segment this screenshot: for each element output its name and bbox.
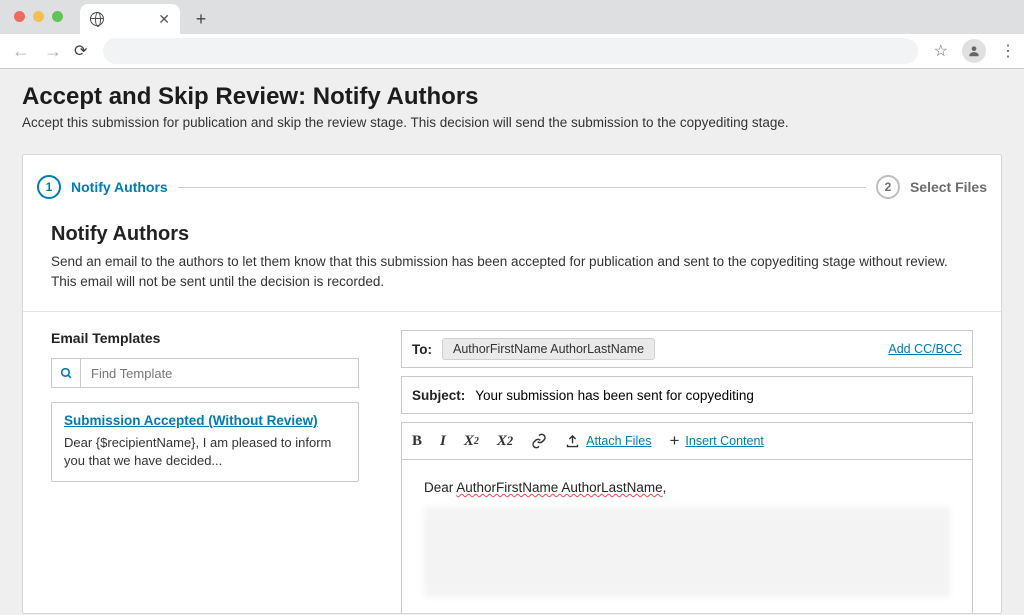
stepper: 1 Notify Authors 2 Select Files xyxy=(23,155,1001,199)
close-tab-icon[interactable]: ✕ xyxy=(158,12,170,26)
insert-content-button[interactable]: + Insert Content xyxy=(669,431,763,451)
reload-button[interactable]: ⟳ xyxy=(74,41,87,61)
new-tab-button[interactable]: + xyxy=(188,6,214,32)
subscript-button[interactable]: X2 xyxy=(497,433,513,450)
redacted-body-content xyxy=(424,507,950,597)
person-icon xyxy=(967,44,981,58)
globe-icon xyxy=(90,12,104,26)
search-button[interactable] xyxy=(51,358,81,388)
tab-strip: ✕ + xyxy=(0,0,1024,34)
email-composer: Email Templates Submission Accepted (Wit… xyxy=(23,312,1001,614)
body-text-greeting-suffix: , xyxy=(663,480,667,495)
add-cc-bcc-link[interactable]: Add CC/BCC xyxy=(888,342,962,356)
template-preview-text: Dear {$recipientName}, I am pleased to i… xyxy=(64,434,346,470)
recipient-pill[interactable]: AuthorFirstName AuthorLastName xyxy=(442,338,655,360)
step-label: Notify Authors xyxy=(71,179,168,195)
column-title: Email Templates xyxy=(51,330,359,346)
attach-files-label: Attach Files xyxy=(586,434,651,448)
search-icon xyxy=(60,367,73,380)
back-button[interactable]: ← xyxy=(10,41,32,62)
page-body: Accept and Skip Review: Notify Authors A… xyxy=(0,69,1024,615)
browser-tab[interactable]: ✕ xyxy=(80,4,180,34)
window-maximize-button[interactable] xyxy=(52,11,63,22)
template-search xyxy=(51,358,359,388)
step-number: 2 xyxy=(876,175,900,199)
section-title: Notify Authors xyxy=(51,223,973,246)
window-minimize-button[interactable] xyxy=(33,11,44,22)
subject-field: Subject: xyxy=(401,376,973,414)
plus-icon: + xyxy=(669,431,679,451)
insert-content-label: Insert Content xyxy=(685,434,764,448)
email-body-editor[interactable]: Dear AuthorFirstName AuthorLastName, xyxy=(401,460,973,614)
template-item[interactable]: Submission Accepted (Without Review) Dea… xyxy=(51,402,359,481)
superscript-button[interactable]: X2 xyxy=(464,433,479,450)
italic-button[interactable]: I xyxy=(440,433,446,450)
body-text-greeting-prefix: Dear xyxy=(424,480,456,495)
browser-chrome: ✕ + ← → ⟳ ☆ ⋮ xyxy=(0,0,1024,69)
step-notify-authors[interactable]: 1 Notify Authors xyxy=(37,175,168,199)
attach-files-button[interactable]: Attach Files xyxy=(565,434,651,449)
link-button[interactable] xyxy=(531,433,547,449)
chrome-menu-button[interactable]: ⋮ xyxy=(1000,41,1014,61)
templates-column: Email Templates Submission Accepted (Wit… xyxy=(51,330,359,614)
link-icon xyxy=(531,433,547,449)
page-title: Accept and Skip Review: Notify Authors xyxy=(22,83,1002,111)
browser-toolbar: ← → ⟳ ☆ ⋮ xyxy=(0,34,1024,68)
forward-button[interactable]: → xyxy=(42,41,64,62)
subject-label: Subject: xyxy=(412,388,465,403)
template-title-link[interactable]: Submission Accepted (Without Review) xyxy=(64,413,346,428)
step-connector xyxy=(178,187,866,188)
profile-button[interactable] xyxy=(962,39,986,63)
email-column: To: AuthorFirstName AuthorLastName Add C… xyxy=(401,330,973,614)
window-close-button[interactable] xyxy=(14,11,25,22)
step-label: Select Files xyxy=(910,179,987,195)
address-bar[interactable] xyxy=(103,38,917,64)
to-field: To: AuthorFirstName AuthorLastName Add C… xyxy=(401,330,973,368)
page-subtitle: Accept this submission for publication a… xyxy=(22,115,1002,130)
window-controls xyxy=(14,11,63,22)
body-text-greeting-name: AuthorFirstName AuthorLastName xyxy=(456,480,662,495)
editor-toolbar: B I X2 X2 Attach Files + Insert Content xyxy=(401,422,973,460)
step-number: 1 xyxy=(37,175,61,199)
to-label: To: xyxy=(412,342,432,357)
browser-right-actions: ☆ ⋮ xyxy=(934,39,1014,63)
subject-input[interactable] xyxy=(475,388,962,403)
notify-section: Notify Authors Send an email to the auth… xyxy=(23,199,1001,311)
template-search-input[interactable] xyxy=(81,358,359,388)
page-header: Accept and Skip Review: Notify Authors A… xyxy=(0,69,1024,154)
section-description: Send an email to the authors to let them… xyxy=(51,252,973,291)
bold-button[interactable]: B xyxy=(412,433,422,450)
bookmark-icon[interactable]: ☆ xyxy=(934,41,948,61)
main-card: 1 Notify Authors 2 Select Files Notify A… xyxy=(22,154,1002,614)
upload-icon xyxy=(565,434,580,449)
step-select-files[interactable]: 2 Select Files xyxy=(876,175,987,199)
